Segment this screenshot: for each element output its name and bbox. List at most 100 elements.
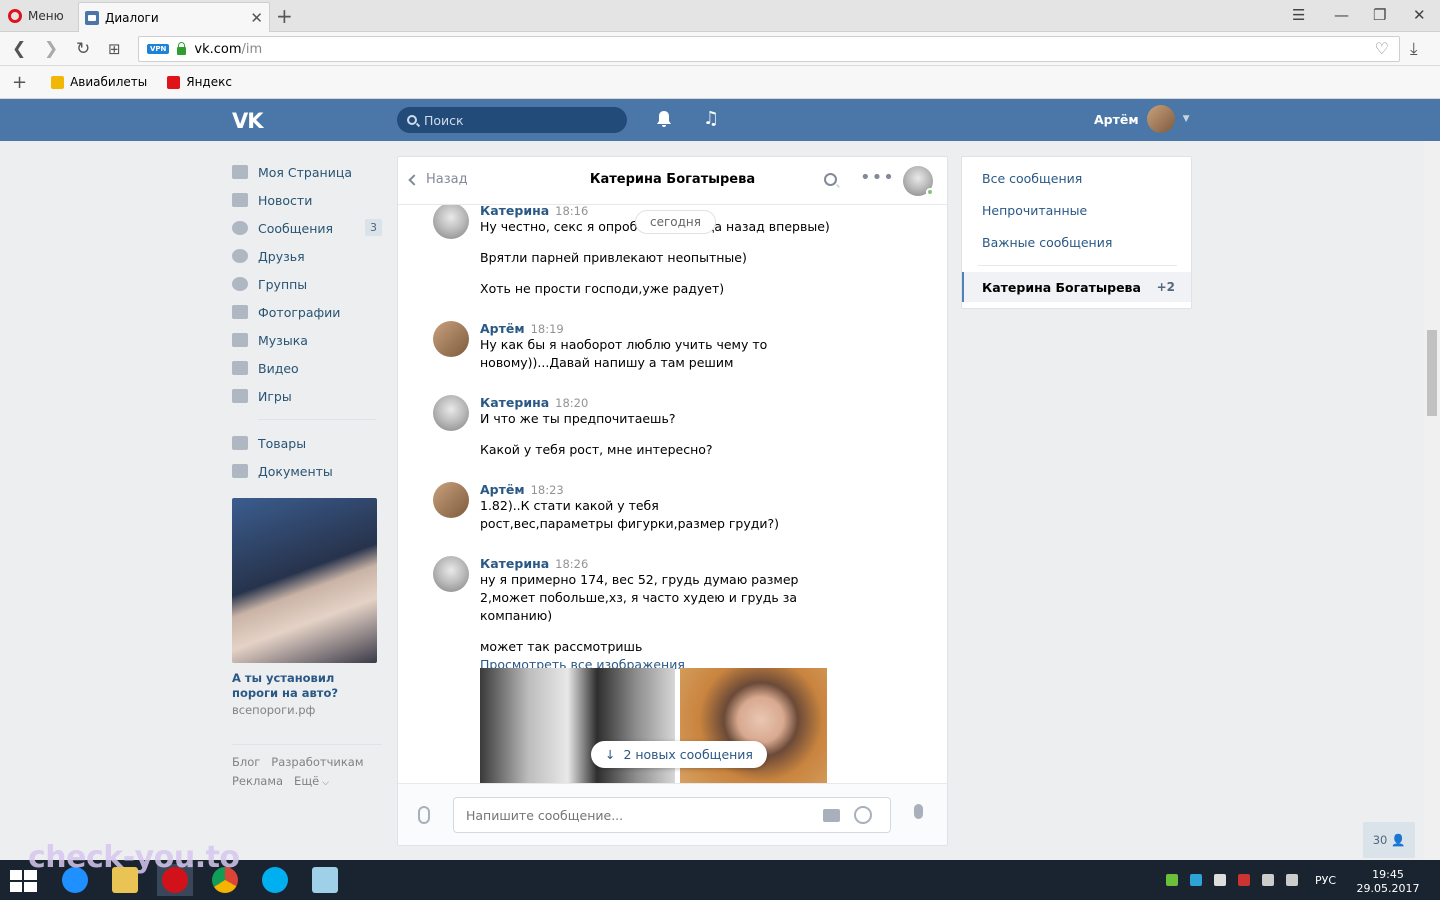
menu-item-photos[interactable]: Фотографии [232,298,382,326]
heart-bookmark-icon[interactable]: ♡ [1375,39,1389,58]
camera-icon[interactable] [823,809,840,822]
message-time[interactable]: 18:20 [555,396,588,410]
message-author[interactable]: Катерина [480,395,549,410]
menu-item-games[interactable]: Игры [232,382,382,410]
reload-icon[interactable]: ↻ [76,39,90,59]
music-note-icon[interactable]: ♫ [703,108,719,129]
menu-item-documents[interactable]: Документы [232,457,382,485]
menu-label: Друзья [258,248,305,264]
message-avatar[interactable] [433,556,469,592]
message-author[interactable]: Катерина [480,205,549,218]
browser-tab[interactable]: Диалоги ✕ [78,2,270,32]
online-friends-button[interactable]: 30 👤 [1363,822,1415,858]
emoji-icon[interactable] [854,806,872,824]
minimize-button[interactable]: — [1334,6,1349,24]
menu-item-music[interactable]: Музыка [232,326,382,354]
menu-item-market[interactable]: Товары [232,429,382,457]
footer-link-blog[interactable]: Блог [232,755,260,769]
menu-item-groups[interactable]: Группы [232,270,382,298]
ad-image[interactable] [232,498,377,663]
back-button[interactable]: Назад [408,172,468,187]
language-indicator[interactable]: РУС [1315,874,1336,887]
clock[interactable]: 19:45 29.05.2017 [1356,868,1420,896]
notes-taskbar-icon[interactable] [307,864,343,896]
add-bookmark-icon[interactable]: + [12,72,27,93]
menu-item-news[interactable]: Новости [232,186,382,214]
message-text: И что же ты предпочитаешь? [480,411,676,426]
paperclip-icon[interactable] [418,806,430,824]
close-window-button[interactable]: ✕ [1413,6,1426,24]
sidebar-ad[interactable]: А ты установил пороги на авто? всепороги… [232,498,377,717]
message-author[interactable]: Артём [480,482,525,497]
tray-browser-icon[interactable] [1190,874,1202,886]
message-time[interactable]: 18:16 [555,205,588,218]
message-author[interactable]: Артём [480,321,525,336]
peer-avatar[interactable] [903,166,934,196]
forward-arrow-icon[interactable]: ❯ [44,39,58,59]
menu-item-my-page[interactable]: Моя Страница [232,158,382,186]
network-icon[interactable] [1262,874,1274,886]
bookmark-label: Авиабилеты [70,75,148,89]
footer-link-ads[interactable]: Реклама [232,774,283,788]
new-tab-button[interactable]: + [276,4,293,28]
vk-favicon-icon [85,10,99,25]
message-text: Хоть не прости господи,уже радует) [480,281,725,296]
vk-logo[interactable]: VK [232,109,264,133]
user-name: Артём [1094,111,1139,127]
online-count: 30 [1372,833,1388,847]
message-avatar[interactable] [433,395,469,431]
microphone-icon[interactable] [914,804,923,819]
skype-taskbar-icon[interactable] [257,864,293,896]
chat-search-icon[interactable] [824,173,837,186]
message-time[interactable]: 18:19 [531,322,564,336]
new-messages-label: 2 новых сообщения [623,747,753,762]
scrollbar-thumb[interactable] [1427,330,1437,416]
page-scrollbar[interactable] [1424,141,1440,860]
tray-security-icon[interactable] [1238,874,1250,886]
filter-important[interactable]: Важные сообщения [982,235,1112,250]
bookmark-yandex[interactable]: Яндекс [167,75,232,89]
menu-label: Новости [258,192,313,208]
bell-icon[interactable] [656,110,672,128]
restore-button[interactable]: ❐ [1373,6,1386,24]
filter-all-messages[interactable]: Все сообщения [982,171,1082,186]
back-arrow-icon[interactable]: ❮ [12,39,26,59]
user-menu[interactable]: Артём ▼ [1094,105,1189,133]
menu-item-messages[interactable]: Сообщения 3 [232,214,382,242]
menu-label: Группы [258,276,308,292]
ad-title[interactable]: А ты установил пороги на авто? [232,671,377,701]
new-messages-button[interactable]: ↓ 2 новых сообщения [591,741,767,768]
message-time[interactable]: 18:23 [531,483,564,497]
search-input[interactable]: Поиск [397,107,627,133]
lock-icon[interactable] [177,42,187,55]
vpn-badge[interactable]: VPN [147,44,170,54]
more-icon[interactable]: ••• [860,167,895,188]
volume-icon[interactable] [1286,874,1298,886]
flag-icon[interactable] [1214,874,1226,886]
url-field[interactable]: VPN vk.com/im ♡ [138,36,1400,62]
message-avatar[interactable] [433,482,469,518]
speed-dial-icon[interactable]: ⊞ [108,40,121,58]
opera-menu-button[interactable]: Меню [8,6,64,26]
footer-link-more[interactable]: Ещё [294,774,319,788]
left-menu: Моя Страница Новости Сообщения 3 Друзья Г… [232,158,382,485]
menu-label: Документы [258,463,333,479]
tab-menu-icon[interactable]: ☰ [1292,6,1305,24]
active-dialog-item[interactable]: Катерина Богатырева +2 [962,272,1191,302]
close-tab-icon[interactable]: ✕ [250,9,263,27]
message-text: ну я примерно 174, вес 52, грудь думаю р… [480,572,799,623]
tab-title: Диалоги [105,10,159,25]
message-time[interactable]: 18:26 [555,557,588,571]
messages-count-badge: 3 [365,219,382,236]
menu-item-friends[interactable]: Друзья [232,242,382,270]
bookmark-aviabilety[interactable]: Авиабилеты [51,75,147,89]
tray-app-icon[interactable] [1166,874,1178,886]
download-icon[interactable]: ⤓ [1410,39,1418,59]
message-author[interactable]: Катерина [480,556,549,571]
message-avatar[interactable] [433,321,469,357]
message-avatar[interactable] [433,205,469,239]
filter-unread[interactable]: Непрочитанные [982,203,1087,218]
footer-link-dev[interactable]: Разработчикам [271,755,363,769]
message-text: Врятли парней привлекают неопытные) [480,250,747,265]
menu-item-video[interactable]: Видео [232,354,382,382]
